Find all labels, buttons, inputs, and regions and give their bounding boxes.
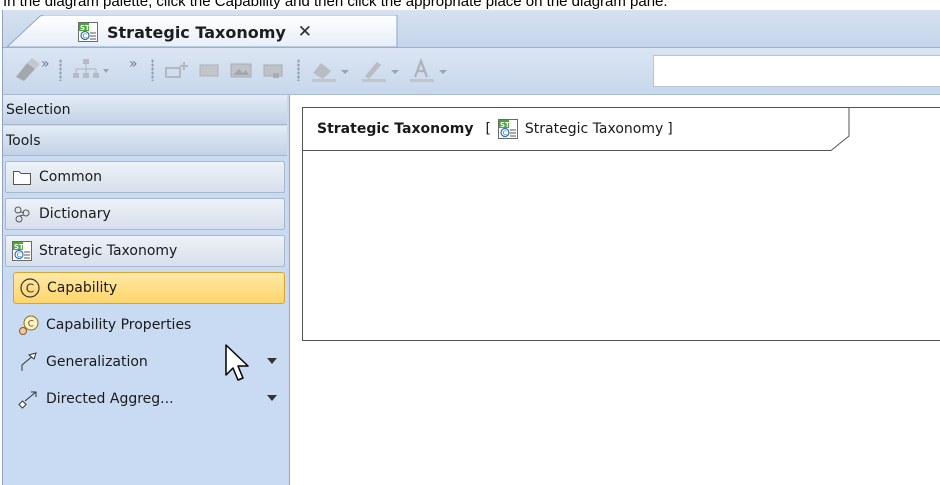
tab-title: Strategic Taxonomy [107,22,286,42]
image-button[interactable] [229,56,253,84]
capability-property-icon: C [18,314,40,336]
frame-label: Strategic Taxonomy [ ST C Strategic Taxo… [303,108,673,150]
font-color-icon [410,57,447,82]
palette-item-label: Generalization [46,354,148,370]
bracket-close: ] [667,121,673,137]
overflow-icon: » [41,56,50,72]
diagram-pane[interactable]: Strategic Taxonomy [ ST C Strategic Taxo… [289,95,940,485]
strategic-taxonomy-diagram-icon: ST C [77,21,99,43]
fill-color-icon [312,63,349,82]
svg-text:ST: ST [80,24,90,32]
eraser-icon [16,58,40,81]
palette-item-label: Capability Properties [46,317,192,333]
chevron-down-icon[interactable] [267,395,277,401]
palette-group-strategic-taxonomy[interactable]: ST C Strategic Taxonomy [5,235,285,267]
diagram-toolbar: » » [3,48,940,95]
font-color-button[interactable] [407,56,451,84]
capability-icon: C [19,277,41,299]
align-icon [199,64,219,77]
svg-text:C: C [83,32,88,40]
diagram-palette: Selection Tools Common Dictionary ST C S… [3,95,288,485]
palette-group-dictionary[interactable]: Dictionary [5,198,285,230]
palette-group-common[interactable]: Common [5,161,285,193]
mouse-cursor-icon [225,344,249,381]
line-color-button[interactable] [359,56,403,84]
diagram-type-label: Strategic Taxonomy [524,121,664,137]
diagram-name: Strategic Taxonomy [317,121,474,137]
svg-text:ST: ST [14,243,24,251]
shape-button[interactable] [261,56,285,84]
palette-header-tools[interactable]: Tools [3,126,287,156]
hierarchy-layout-icon [73,59,109,78]
font-combo-box[interactable] [653,55,940,87]
palette-item-directed-aggregation[interactable]: Directed Aggreg... [13,383,285,415]
palette-group-label: Common [39,169,103,185]
insert-shape-button[interactable] [163,56,191,84]
toolbar-grip [297,59,300,81]
svg-text:C: C [28,320,34,330]
instruction-text: In the diagram palette, click the Capabi… [3,0,668,10]
align-button[interactable] [197,56,221,84]
fill-color-button[interactable] [309,56,353,84]
toolbar-grip [59,59,62,81]
insert-shape-icon [165,62,188,78]
svg-text:C: C [503,129,508,137]
svg-text:ST: ST [500,121,510,129]
app-screenshot: In the diagram palette, click the Capabi… [0,0,940,485]
palette-item-label: Capability [47,280,118,296]
palette-item-label: Directed Aggreg... [46,391,174,407]
layout-button[interactable] [71,56,111,84]
strategic-taxonomy-diagram-icon: ST C [497,118,519,140]
overflow-icon: » [129,56,138,72]
svg-text:C: C [26,282,34,296]
bracket-open: [ [485,121,491,137]
overflow-button[interactable]: » [129,56,138,84]
tab-strip: ST C Strategic Taxonomy ✕ [3,10,940,48]
shape-icon [263,64,283,78]
generalization-icon [18,351,40,373]
palette-item-capability[interactable]: C Capability [13,272,285,304]
diagram-frame[interactable]: Strategic Taxonomy [ ST C Strategic Taxo… [302,107,940,341]
image-icon [230,63,252,78]
modeler-window: ST C Strategic Taxonomy ✕ » » Selection … [2,10,940,485]
palette-item-capability-properties[interactable]: C Capability Properties [13,309,273,341]
dictionary-icon [11,203,33,225]
folder-icon [11,166,33,188]
select-shapes-button[interactable]: » [13,56,50,84]
palette-group-label: Dictionary [39,206,111,222]
line-color-icon [362,62,399,82]
svg-text:C: C [17,251,22,259]
directed-aggregation-icon [18,388,40,410]
palette-header-selection[interactable]: Selection [3,95,287,125]
toolbar-grip [151,59,154,81]
chevron-down-icon[interactable] [267,358,277,364]
palette-group-label: Strategic Taxonomy [39,243,178,259]
tab-strategic-taxonomy[interactable]: ST C Strategic Taxonomy ✕ [77,20,312,44]
close-icon[interactable]: ✕ [298,24,312,41]
strategic-taxonomy-diagram-icon: ST C [11,240,33,262]
